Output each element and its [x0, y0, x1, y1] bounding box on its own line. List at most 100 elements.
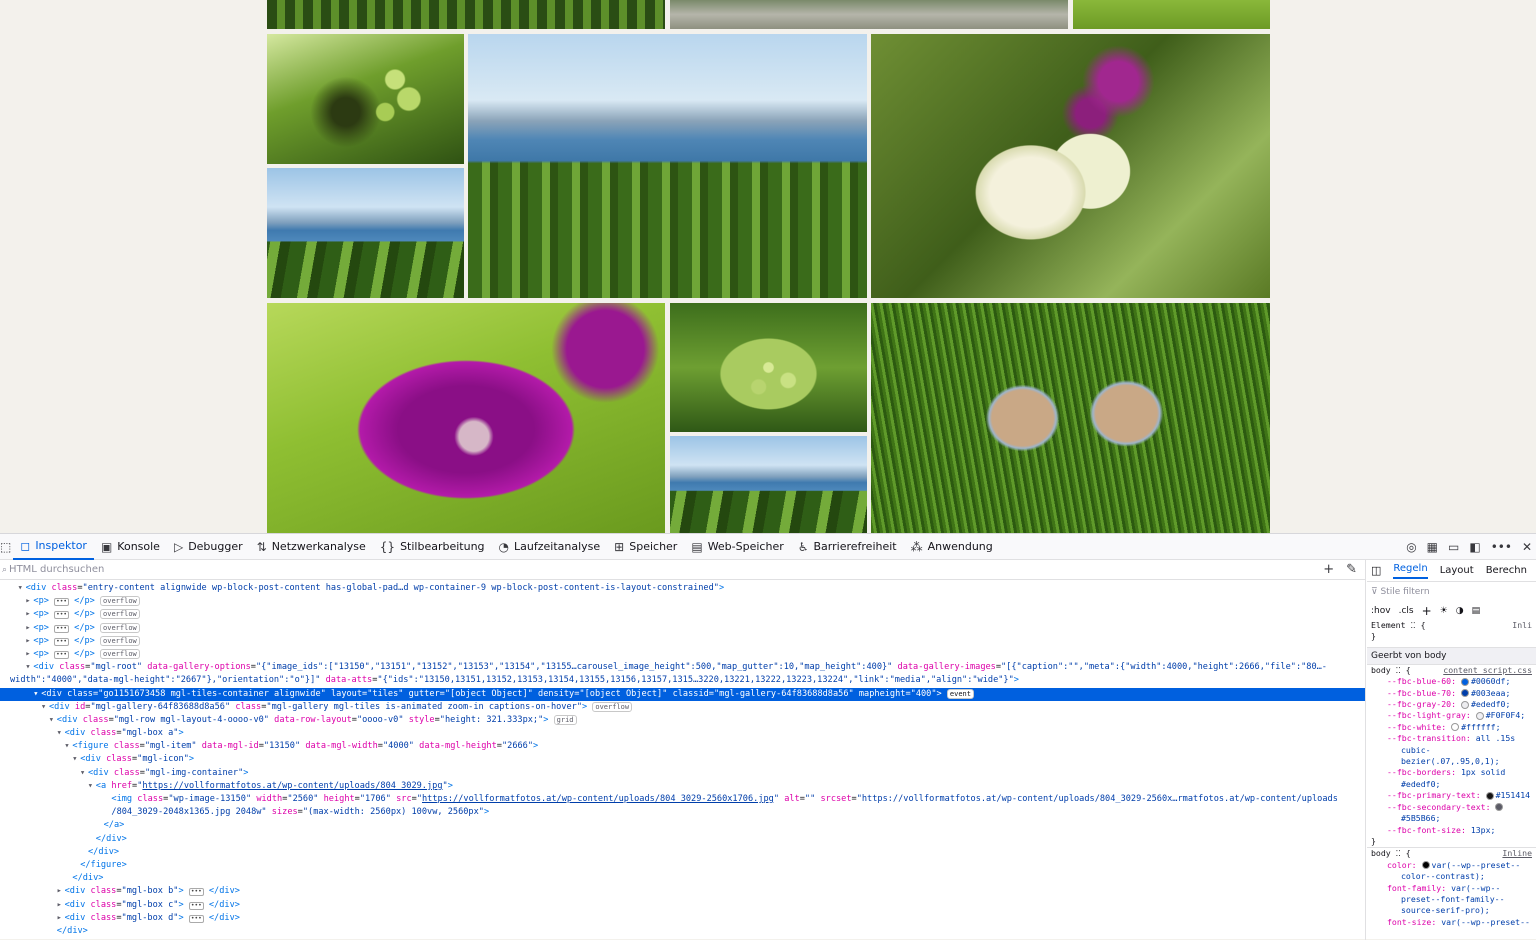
- expanded-twisty-icon[interactable]: ▾: [41, 701, 49, 714]
- css-declaration[interactable]: source-serif-pro);: [1367, 905, 1536, 916]
- hover-toggle-button[interactable]: :hov: [1371, 602, 1391, 620]
- gallery-photo-vineyard-lake-small[interactable]: [267, 168, 464, 298]
- tab-web-speicher[interactable]: ▤ Web-Speicher: [684, 534, 790, 560]
- gallery-photo-sandals[interactable]: [871, 303, 1270, 533]
- css-property-value[interactable]: #ffffff;: [1461, 722, 1500, 732]
- collapsed-twisty-icon[interactable]: ▸: [57, 885, 65, 898]
- css-property-value[interactable]: 13px;: [1471, 825, 1496, 835]
- light-mode-icon[interactable]: ☀: [1440, 602, 1448, 620]
- color-swatch-icon[interactable]: [1475, 711, 1484, 720]
- filter-styles-field[interactable]: ⊽ Stile filtern: [1367, 582, 1536, 602]
- add-rule-icon[interactable]: +: [1422, 602, 1432, 620]
- dom-node-selected[interactable]: ▾ <div class="go1151673458 mgl-tiles-cont…: [0, 687, 1365, 701]
- css-property-value[interactable]: cubic-: [1401, 745, 1431, 755]
- css-property-value[interactable]: #151414: [1496, 790, 1531, 800]
- css-property-value[interactable]: #ededf0;: [1471, 699, 1510, 709]
- dom-node[interactable]: ▸ <p> ••• </p> overflow: [0, 635, 1365, 648]
- css-property-value[interactable]: all .15s: [1476, 733, 1515, 743]
- css-property-name[interactable]: --fbc-blue-60:: [1387, 676, 1456, 686]
- tab-barrierefreiheit[interactable]: ♿ Barrierefreiheit: [791, 534, 904, 560]
- dom-node[interactable]: ▾ <div class="entry-content alignwide wp-…: [0, 582, 1365, 595]
- css-property-value[interactable]: #003eaa;: [1471, 688, 1510, 698]
- dom-node[interactable]: ▸ <div class="mgl-box b"> ••• </div>: [0, 885, 1365, 898]
- gallery-photo-vineyard-lake[interactable]: [468, 34, 867, 298]
- expanded-twisty-icon[interactable]: ▾: [33, 688, 41, 701]
- css-declaration[interactable]: #5B5B66;: [1367, 813, 1536, 824]
- collapsed-twisty-icon[interactable]: ▸: [57, 912, 65, 925]
- css-property-name[interactable]: --fbc-blue-70:: [1387, 688, 1456, 698]
- css-declaration[interactable]: bezier(.07,.95,0,1);: [1367, 756, 1536, 767]
- dom-node[interactable]: ▾ <div class="mgl-icon">: [0, 753, 1365, 766]
- gallery-photo-grass[interactable]: [1073, 0, 1270, 29]
- css-declaration[interactable]: --fbc-blue-60: #0060df;: [1367, 676, 1536, 687]
- color-swatch-icon[interactable]: [1495, 803, 1504, 812]
- color-swatch-icon[interactable]: [1460, 700, 1469, 709]
- css-declaration[interactable]: preset--font-family--: [1367, 894, 1536, 905]
- css-property-value[interactable]: #5B5B66;: [1401, 813, 1440, 823]
- eyedropper-icon[interactable]: ✎: [1346, 562, 1357, 577]
- tab-regeln[interactable]: Regeln: [1393, 563, 1428, 579]
- dom-node[interactable]: </div>: [0, 872, 1365, 885]
- css-declaration[interactable]: --fbc-blue-70: #003eaa;: [1367, 688, 1536, 699]
- css-property-value[interactable]: #0060df;: [1471, 676, 1510, 686]
- tab-laufzeitanalyse[interactable]: ◔ Laufzeitanalyse: [492, 534, 608, 560]
- screenshot-icon[interactable]: ◎: [1406, 540, 1416, 554]
- css-declaration[interactable]: --fbc-light-gray: #F0F0F4;: [1367, 710, 1536, 721]
- css-property-name[interactable]: --fbc-transition:: [1387, 733, 1471, 743]
- dom-node[interactable]: ▾ <figure class="mgl-item" data-mgl-id="1…: [0, 740, 1365, 753]
- css-declaration[interactable]: --fbc-borders: 1px solid: [1367, 767, 1536, 778]
- gallery-photo-butterfly[interactable]: [871, 34, 1270, 298]
- css-declaration[interactable]: --fbc-transition: all .15s: [1367, 733, 1536, 744]
- css-property-name[interactable]: --fbc-white:: [1387, 722, 1446, 732]
- collapsed-twisty-icon[interactable]: ▸: [57, 899, 65, 912]
- css-property-name[interactable]: --fbc-font-size:: [1387, 825, 1466, 835]
- dom-node[interactable]: </div>: [0, 925, 1365, 938]
- css-property-value[interactable]: bezier(.07,.95,0,1);: [1401, 756, 1500, 766]
- tab-layout[interactable]: Layout: [1440, 565, 1474, 576]
- dom-node[interactable]: ▾ <div class="mgl-box a">: [0, 727, 1365, 740]
- css-declaration[interactable]: --fbc-secondary-text:: [1367, 802, 1536, 813]
- dock-icon[interactable]: ◧: [1469, 540, 1480, 554]
- html-search-input[interactable]: HTML durchsuchen: [9, 564, 104, 575]
- close-icon[interactable]: ✕: [1522, 540, 1532, 554]
- dom-node[interactable]: ▸ <div class="mgl-box d"> ••• </div>: [0, 912, 1365, 925]
- css-property-value[interactable]: 1px solid: [1461, 767, 1505, 777]
- add-node-icon[interactable]: +: [1323, 562, 1334, 577]
- dom-node[interactable]: ▸ <p> ••• </p> overflow: [0, 648, 1365, 661]
- css-property-value[interactable]: var(--wp--preset--: [1441, 917, 1530, 927]
- color-swatch-icon[interactable]: [1460, 677, 1469, 686]
- dom-node[interactable]: ▾ <div class="mgl-row mgl-layout-4-oooo-v…: [0, 714, 1365, 727]
- css-property-value[interactable]: var(--wp--preset--: [1432, 860, 1521, 870]
- tab-netzwerkanalyse[interactable]: ⇅ Netzwerkanalyse: [250, 534, 373, 560]
- gallery-photo-green-grapes[interactable]: [670, 303, 867, 432]
- css-declaration[interactable]: color--contrast);: [1367, 871, 1536, 882]
- css-declaration[interactable]: color: var(--wp--preset--: [1367, 860, 1536, 871]
- css-property-name[interactable]: --fbc-borders:: [1387, 767, 1456, 777]
- expanded-twisty-icon[interactable]: ▾: [49, 714, 57, 727]
- expanded-twisty-icon[interactable]: ▾: [80, 767, 88, 780]
- css-property-name[interactable]: --fbc-primary-text:: [1387, 790, 1481, 800]
- ruler-icon[interactable]: ▭: [1448, 540, 1459, 554]
- dom-node[interactable]: /804_3029-2048x1365.jpg 2048w" sizes="(m…: [0, 806, 1365, 819]
- rule-source-link[interactable]: Inline: [1502, 848, 1532, 859]
- css-property-name[interactable]: font-size:: [1387, 917, 1436, 927]
- dom-node[interactable]: </a>: [0, 819, 1365, 832]
- tab-stilbearbeitung[interactable]: {} Stilbearbeitung: [373, 534, 492, 560]
- css-declaration[interactable]: cubic-: [1367, 745, 1536, 756]
- css-declaration[interactable]: #ededf0;: [1367, 779, 1536, 790]
- css-property-value[interactable]: #F0F0F4;: [1486, 710, 1525, 720]
- dom-node[interactable]: ▸ <p> ••• </p> overflow: [0, 622, 1365, 635]
- gallery-photo-road[interactable]: [670, 0, 1068, 29]
- tab-berechnet[interactable]: Berechn: [1486, 565, 1527, 576]
- dom-node[interactable]: width":"4000","data-mgl-height":"2667"},…: [0, 674, 1365, 687]
- css-property-name[interactable]: --fbc-light-gray:: [1387, 710, 1471, 720]
- dom-node[interactable]: </div>: [0, 833, 1365, 846]
- tab-speicher[interactable]: ⊞ Speicher: [607, 534, 684, 560]
- gallery-photo-mallow-flower[interactable]: [267, 303, 665, 533]
- more-options-icon[interactable]: •••: [1491, 540, 1512, 554]
- dom-node[interactable]: ▸ <div class="mgl-box c"> ••• </div>: [0, 899, 1365, 912]
- tab-konsole[interactable]: ▣ Konsole: [94, 534, 167, 560]
- pick-element-button[interactable]: ⬚: [0, 534, 13, 560]
- css-property-name[interactable]: --fbc-secondary-text:: [1387, 802, 1491, 812]
- css-declaration[interactable]: font-family: var(--wp--: [1367, 883, 1536, 894]
